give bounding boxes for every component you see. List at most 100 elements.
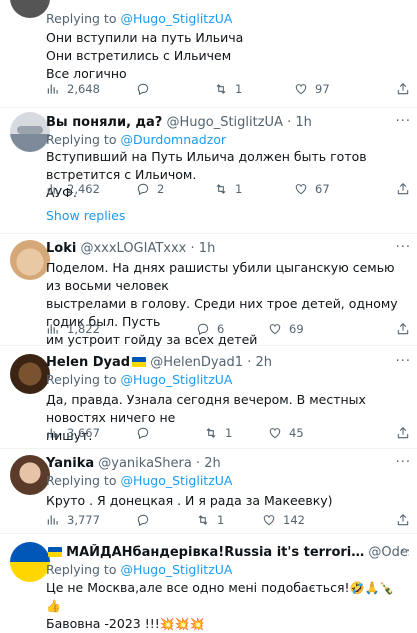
tweet-actions: 3,777 1 142 bbox=[46, 513, 409, 533]
reply-icon bbox=[136, 513, 150, 527]
replying-to: Replying to @Durdomnadzor bbox=[46, 132, 227, 147]
like-button[interactable]: 142 bbox=[262, 513, 305, 527]
views-button[interactable]: 3,667 bbox=[46, 426, 100, 440]
reply-to-link[interactable]: @Durdomnadzor bbox=[120, 132, 226, 147]
views-button[interactable]: 2,648 bbox=[46, 82, 100, 96]
retweet-icon bbox=[196, 513, 210, 527]
timestamp[interactable]: 1h bbox=[199, 241, 216, 256]
tweet-header: Yanika @yanikaShera · 2h bbox=[46, 456, 221, 471]
share-button[interactable] bbox=[396, 82, 410, 96]
heart-icon bbox=[268, 426, 282, 440]
reply-icon bbox=[136, 426, 150, 440]
replying-to: Replying to @Hugo_StiglitzUA bbox=[46, 11, 233, 26]
tweet-5[interactable]: МАЙДАНбандерівка!Russia it's terrori… @O… bbox=[0, 534, 417, 631]
replying-to: Replying to @Hugo_StiglitzUA bbox=[46, 562, 233, 577]
retweet-icon bbox=[204, 426, 218, 440]
views-button[interactable]: 1,822 bbox=[46, 322, 100, 336]
reply-icon bbox=[136, 82, 150, 96]
avatar[interactable] bbox=[10, 0, 50, 18]
reply-button[interactable] bbox=[136, 426, 157, 440]
share-icon bbox=[396, 513, 410, 527]
handle[interactable]: @xxxLOGIATxxx bbox=[80, 241, 186, 256]
tweet-header: Loki @xxxLOGIATxxx · 1h bbox=[46, 241, 216, 256]
timestamp[interactable]: 2h bbox=[204, 456, 221, 471]
timestamp[interactable]: 2h bbox=[255, 355, 272, 370]
share-button[interactable] bbox=[396, 513, 410, 527]
share-button[interactable] bbox=[396, 182, 410, 196]
avatar[interactable] bbox=[10, 542, 50, 582]
display-name[interactable]: Вы поняли, да? bbox=[46, 115, 162, 130]
views-button[interactable]: 2,462 bbox=[46, 182, 100, 196]
display-name[interactable]: Helen Dyad bbox=[46, 355, 130, 370]
display-name[interactable]: МАЙДАНбандерівка!Russia it's terrori… bbox=[66, 545, 364, 560]
views-icon bbox=[46, 513, 60, 527]
share-button[interactable] bbox=[396, 322, 410, 336]
reply-to-link[interactable]: @Hugo_StiglitzUA bbox=[120, 562, 232, 577]
heart-icon bbox=[294, 82, 308, 96]
views-icon bbox=[46, 426, 60, 440]
more-options-icon[interactable]: ··· bbox=[396, 544, 411, 559]
reply-button[interactable]: 6 bbox=[196, 322, 224, 336]
tweet-actions: 2,648 1 97 bbox=[46, 82, 409, 102]
timestamp[interactable]: 1h bbox=[295, 115, 312, 130]
tweet-2[interactable]: Loki @xxxLOGIATxxx · 1h Поделом. На днях… bbox=[0, 234, 417, 347]
avatar[interactable] bbox=[10, 112, 50, 152]
tweet-header: Вы поняли, да? @Hugo_StiglitzUA · 1h bbox=[46, 115, 312, 130]
more-options-icon[interactable]: ··· bbox=[396, 354, 411, 369]
heart-icon bbox=[262, 513, 276, 527]
display-name[interactable]: Yanika bbox=[46, 456, 94, 471]
tweet-text: Они вступили на путь Ильича Они встретил… bbox=[46, 30, 244, 81]
retweet-button[interactable]: 1 bbox=[214, 182, 242, 196]
display-name[interactable]: Loki bbox=[46, 241, 76, 256]
like-button[interactable]: 45 bbox=[268, 426, 304, 440]
like-button[interactable]: 67 bbox=[294, 182, 330, 196]
retweet-button[interactable]: 1 bbox=[196, 513, 224, 527]
retweet-button[interactable]: 1 bbox=[204, 426, 232, 440]
retweet-icon bbox=[214, 182, 228, 196]
tweet-3[interactable]: Helen Dyad @HelenDyad1 · 2h Replying to … bbox=[0, 346, 417, 449]
heart-icon bbox=[294, 182, 308, 196]
replying-to: Replying to @Hugo_StiglitzUA bbox=[46, 473, 233, 488]
emoji-sequence: 💥💥💥 bbox=[159, 617, 205, 631]
views-button[interactable]: 3,777 bbox=[46, 513, 100, 527]
reply-to-link[interactable]: @Hugo_StiglitzUA bbox=[120, 372, 232, 387]
tweet-text: Це не Москва,але все одно мені подобаєть… bbox=[46, 580, 395, 631]
ukraine-flag-icon bbox=[132, 357, 147, 367]
tweet-4[interactable]: Yanika @yanikaShera · 2h Replying to @Hu… bbox=[0, 449, 417, 534]
show-replies-link[interactable]: Show replies bbox=[46, 208, 125, 223]
handle[interactable]: @yanikaShera bbox=[98, 456, 192, 471]
tweet-header: МАЙДАНбандерівка!Russia it's terrori… @O… bbox=[46, 544, 409, 561]
tweet-actions: 2,462 2 1 67 bbox=[46, 182, 409, 202]
reply-button[interactable] bbox=[136, 82, 157, 96]
avatar[interactable] bbox=[10, 354, 50, 394]
more-options-icon[interactable]: ··· bbox=[396, 455, 411, 470]
like-button[interactable]: 97 bbox=[294, 82, 330, 96]
reply-to-link[interactable]: @Hugo_StiglitzUA bbox=[120, 11, 232, 26]
handle[interactable]: @Hugo_StiglitzUA bbox=[166, 115, 283, 130]
like-button[interactable]: 69 bbox=[268, 322, 304, 336]
avatar[interactable] bbox=[10, 455, 50, 495]
tweet-text: Круто . Я донецкая . И я рада за Макеевк… bbox=[46, 493, 333, 508]
avatar[interactable] bbox=[10, 240, 50, 280]
replying-to: Replying to @Hugo_StiglitzUA bbox=[46, 372, 233, 387]
tweet-header: Helen Dyad @HelenDyad1 · 2h bbox=[46, 355, 272, 370]
reply-to-link[interactable]: @Hugo_StiglitzUA bbox=[120, 473, 232, 488]
tweet-0[interactable]: Replying to @Hugo_StiglitzUA Они вступил… bbox=[0, 0, 417, 108]
retweet-button[interactable]: 1 bbox=[214, 82, 242, 96]
reply-button[interactable] bbox=[136, 513, 157, 527]
retweet-icon bbox=[214, 82, 228, 96]
ukraine-flag-icon bbox=[48, 547, 62, 557]
share-button[interactable] bbox=[396, 426, 410, 440]
views-icon bbox=[46, 322, 60, 336]
more-options-icon[interactable]: ··· bbox=[396, 240, 411, 255]
reply-button[interactable]: 2 bbox=[136, 182, 164, 196]
share-icon bbox=[396, 82, 410, 96]
handle[interactable]: @HelenDyad1 bbox=[150, 355, 243, 370]
reply-icon bbox=[196, 322, 210, 336]
tweet-1[interactable]: Вы поняли, да? @Hugo_StiglitzUA · 1h Rep… bbox=[0, 108, 417, 233]
more-options-icon[interactable]: ··· bbox=[396, 114, 411, 129]
share-icon bbox=[396, 426, 410, 440]
views-icon bbox=[46, 82, 60, 96]
share-icon bbox=[396, 182, 410, 196]
views-icon bbox=[46, 182, 60, 196]
